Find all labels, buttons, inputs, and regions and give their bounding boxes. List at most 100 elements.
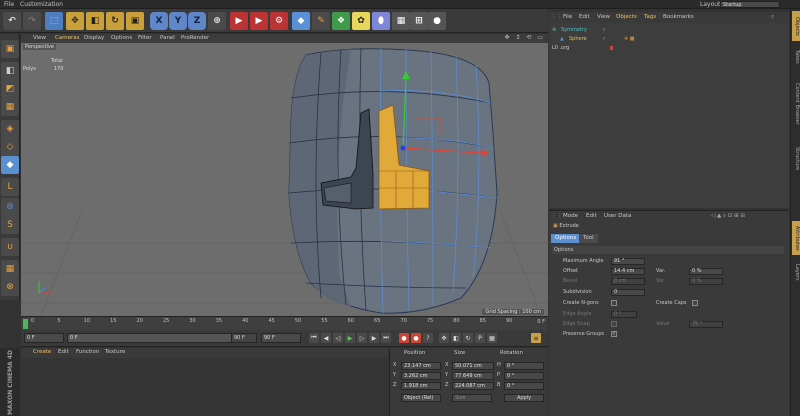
vp-menu-cameras[interactable]: Cameras bbox=[55, 35, 79, 41]
scale-icon[interactable]: ◧ bbox=[86, 12, 104, 30]
coord-mode-select[interactable]: Object (Rel) bbox=[401, 394, 441, 402]
recent-tool-icon[interactable]: ▣ bbox=[126, 12, 144, 30]
create-caps-checkbox[interactable] bbox=[692, 300, 698, 306]
om-menu-tags[interactable]: Tags bbox=[644, 14, 656, 20]
menu-customization[interactable]: Customization bbox=[20, 1, 63, 8]
subdivision-icon[interactable]: ❖ bbox=[332, 12, 350, 30]
mat-menu-function[interactable]: Function bbox=[76, 349, 99, 355]
deformer-icon[interactable]: ✿ bbox=[352, 12, 370, 30]
pen-icon[interactable]: ✎ bbox=[312, 12, 330, 30]
key-pla-icon[interactable]: ▦ bbox=[487, 333, 497, 343]
rot-p-field[interactable]: 0 ° bbox=[504, 372, 544, 380]
generator-icon[interactable]: ⬮ bbox=[372, 12, 390, 30]
light-icon[interactable]: ● bbox=[428, 12, 446, 30]
preview-end-field[interactable]: 90 F bbox=[231, 333, 257, 343]
om-menu-view[interactable]: View bbox=[597, 14, 610, 20]
tab-objects[interactable]: Objects bbox=[792, 11, 800, 41]
rotate-icon[interactable]: ↻ bbox=[106, 12, 124, 30]
om-menu-file[interactable]: File bbox=[563, 14, 572, 20]
points-mode-icon[interactable]: ◈ bbox=[1, 120, 19, 138]
end-frame-field[interactable]: 90 F bbox=[261, 333, 301, 343]
start-frame-field[interactable]: 0 F bbox=[24, 333, 64, 343]
texture-mode-icon[interactable]: ◩ bbox=[1, 80, 19, 98]
scene-floor-icon[interactable]: ▦ bbox=[392, 12, 410, 30]
vp-menu-filter[interactable]: Filter bbox=[138, 35, 152, 41]
timeline-playhead[interactable] bbox=[23, 319, 28, 329]
render-settings-icon[interactable]: ⚙ bbox=[270, 12, 288, 30]
axis-z-button[interactable]: Z bbox=[188, 12, 206, 30]
max-angle-field[interactable]: 91 ° bbox=[611, 258, 645, 265]
make-editable-icon[interactable]: ▣ bbox=[1, 40, 19, 58]
prev-frame-icon[interactable]: ◁ bbox=[333, 333, 343, 343]
tab-takes[interactable]: Takes bbox=[792, 45, 800, 69]
apply-button[interactable]: Apply bbox=[504, 394, 544, 402]
pos-z-field[interactable]: 1.918 cm bbox=[401, 382, 441, 390]
object-sphere[interactable]: ▲ Sphere ✓ ✢ ▩ bbox=[552, 35, 784, 43]
am-nav-icons[interactable]: ◁ ▲ ⌕ ⊡ ⊞ ⊟ bbox=[711, 213, 745, 220]
workplane-icon[interactable]: ▦ bbox=[1, 98, 19, 116]
size-y-field[interactable]: 77.649 cm bbox=[452, 372, 494, 380]
render-picture-viewer-icon[interactable]: ▶ bbox=[250, 12, 268, 30]
viewport[interactable]: Perspective Total Polys 170 Grid Spacing … bbox=[21, 43, 548, 316]
object-symmetry[interactable]: ⊛ Symmetry ✓ bbox=[552, 26, 784, 34]
edge-snap-checkbox[interactable] bbox=[611, 321, 617, 327]
size-x-field[interactable]: 50.071 cm bbox=[452, 362, 494, 370]
am-menu-mode[interactable]: Mode bbox=[563, 213, 578, 219]
vp-menu-options[interactable]: Options bbox=[111, 35, 132, 41]
snap-icon[interactable]: S bbox=[1, 216, 19, 234]
preserve-groups-checkbox[interactable]: ✓ bbox=[611, 331, 617, 337]
key-parameter-icon[interactable]: P bbox=[475, 333, 485, 343]
timeline-layout-icon[interactable]: ≡ bbox=[531, 333, 541, 343]
autokey-icon[interactable]: ● bbox=[411, 333, 421, 343]
edge-angle-field[interactable]: 0 ° bbox=[611, 311, 637, 318]
mat-menu-edit[interactable]: Edit bbox=[58, 349, 69, 355]
tab-attributes[interactable]: Attributes bbox=[792, 221, 800, 255]
tab-layers[interactable]: Layers bbox=[792, 259, 800, 285]
tab-tool[interactable]: Tool bbox=[579, 234, 598, 243]
go-to-end-icon[interactable]: ⏭ bbox=[381, 333, 391, 343]
sphere-tag-icon[interactable]: ✢ ▩ bbox=[624, 35, 635, 43]
tab-options[interactable]: Options bbox=[551, 234, 581, 243]
grid-workplane-icon[interactable]: ▦ bbox=[1, 260, 19, 278]
tweak-icon[interactable]: ⊛ bbox=[1, 198, 19, 216]
var2-field[interactable]: 0 % bbox=[689, 278, 723, 285]
rot-b-field[interactable]: 0 ° bbox=[504, 382, 544, 390]
axis-y-button[interactable]: Y bbox=[169, 12, 187, 30]
live-select-icon[interactable]: ⬚ bbox=[45, 12, 63, 30]
axis-x-button[interactable]: X bbox=[150, 12, 168, 30]
lock-workplane-icon[interactable]: ⊗ bbox=[1, 278, 19, 296]
viewport-nav-icons[interactable]: ✥ ↕ ⟲ ▭ bbox=[505, 34, 545, 41]
pos-x-field[interactable]: 23.147 cm bbox=[401, 362, 441, 370]
edges-mode-icon[interactable]: ◇ bbox=[1, 138, 19, 156]
am-menu-userdata[interactable]: User Data bbox=[604, 213, 631, 219]
timeline[interactable]: 0 5 10 15 20 25 30 35 40 45 50 55 60 65 70 75 80 85 90 0 F bbox=[21, 316, 548, 330]
mat-menu-texture[interactable]: Texture bbox=[105, 349, 125, 355]
mat-menu-create[interactable]: Create bbox=[33, 349, 51, 355]
subdivision-field[interactable]: 0 bbox=[611, 289, 645, 296]
coordinate-system-icon[interactable]: ⊕ bbox=[208, 12, 226, 30]
om-menu-edit[interactable]: Edit bbox=[579, 14, 590, 20]
vp-menu-prorender[interactable]: ProRender bbox=[181, 35, 209, 41]
material-manager-area[interactable] bbox=[21, 358, 388, 416]
layout-select[interactable]: Startup bbox=[720, 1, 780, 8]
prev-key-icon[interactable]: ◀ bbox=[321, 333, 331, 343]
tab-structure[interactable]: Structure bbox=[792, 139, 800, 179]
keyframe-selection-icon[interactable]: ? bbox=[423, 333, 433, 343]
next-key-icon[interactable]: ▶ bbox=[369, 333, 379, 343]
key-rotation-icon[interactable]: ↻ bbox=[463, 333, 473, 343]
move-icon[interactable]: ✥ bbox=[66, 12, 84, 30]
polygons-mode-icon[interactable]: ◆ bbox=[1, 156, 19, 174]
preview-range-slider[interactable]: 0 F bbox=[67, 333, 257, 343]
om-search-icon[interactable]: ⌕ bbox=[771, 14, 774, 21]
object-org[interactable]: L0 .org bbox=[552, 44, 784, 52]
symmetry-visible-check[interactable]: ✓ bbox=[602, 26, 606, 34]
axis-mode-icon[interactable]: L bbox=[1, 178, 19, 196]
om-menu-objects[interactable]: Objects bbox=[616, 14, 637, 20]
key-scale-icon[interactable]: ◧ bbox=[451, 333, 461, 343]
play-icon[interactable]: ▶ bbox=[345, 333, 355, 343]
magnet-icon[interactable]: ∪ bbox=[1, 238, 19, 256]
camera-icon[interactable]: ⊞ bbox=[410, 12, 428, 30]
create-ngons-checkbox[interactable] bbox=[611, 300, 617, 306]
var-field[interactable]: 0 % bbox=[689, 268, 723, 275]
am-menu-edit[interactable]: Edit bbox=[586, 213, 597, 219]
